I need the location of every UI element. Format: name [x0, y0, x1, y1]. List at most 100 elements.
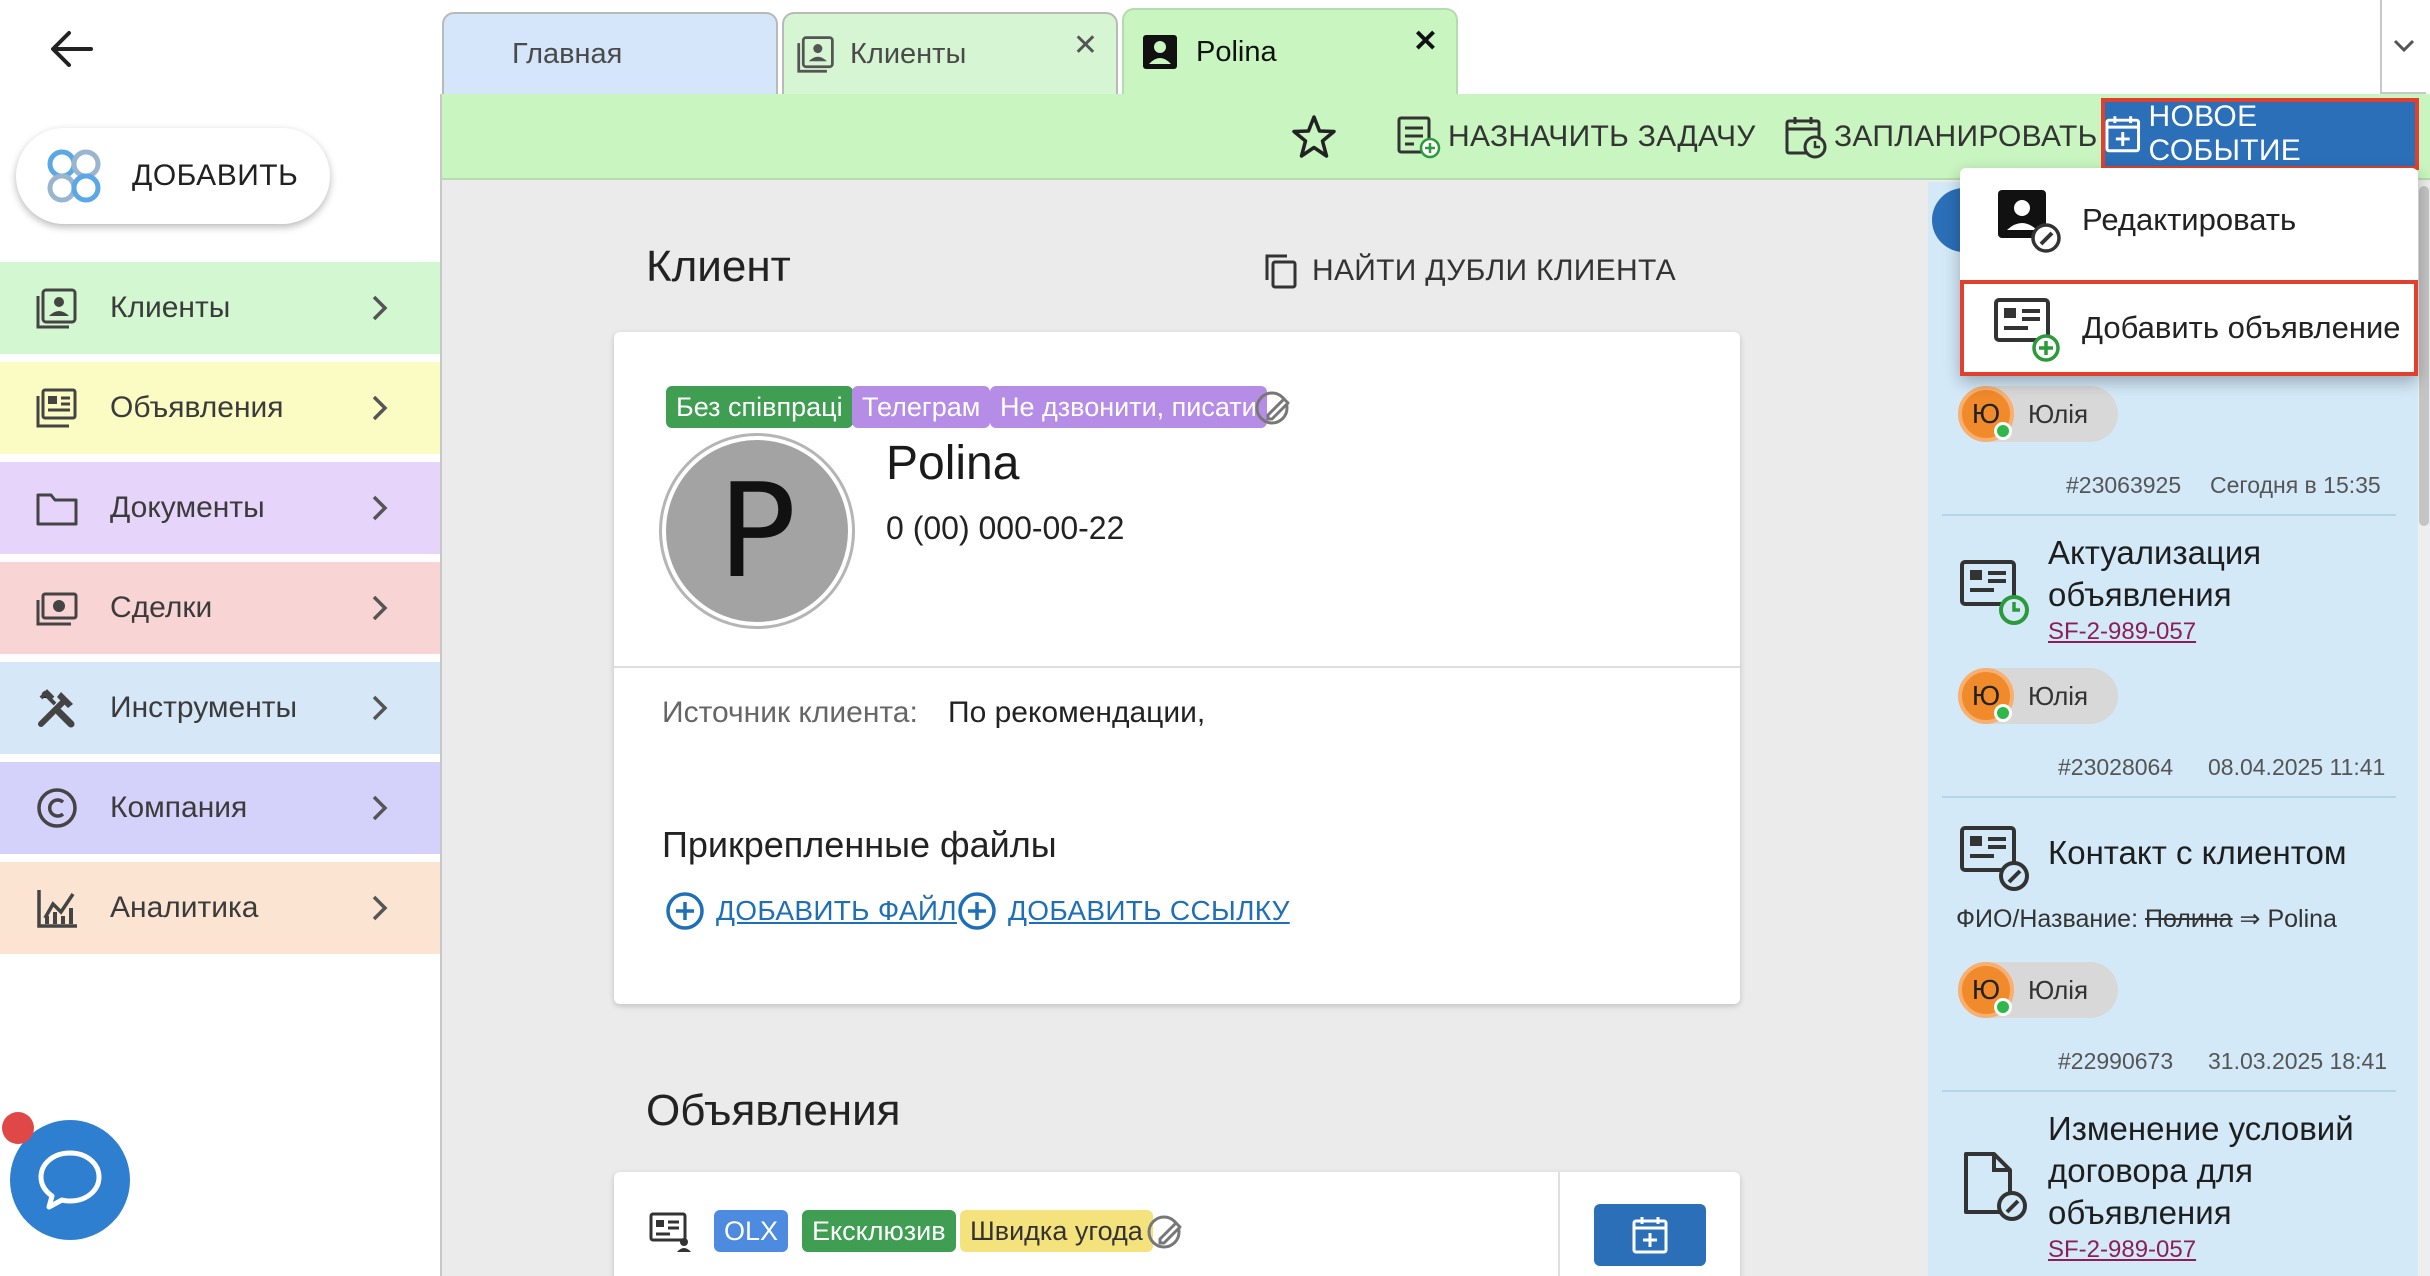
feed-item-title: Изменение условий [2048, 1110, 2354, 1147]
new-event-menu: Редактировать Добавить объявление [1960, 168, 2418, 376]
sidebar-item-documents[interactable]: Документы [0, 462, 440, 558]
star-icon [1292, 115, 1336, 158]
tab-home[interactable]: Главная [442, 12, 778, 94]
user-pill[interactable]: Ю Юлія [1958, 386, 2118, 442]
user-pill[interactable]: Ю Юлія [1958, 962, 2118, 1018]
new-event-button[interactable]: НОВОЕ СОБЫТИЕ [2101, 98, 2419, 170]
user-name: Юлія [2028, 398, 2089, 429]
listing-link[interactable]: SF-2-989-057 [2048, 618, 2196, 646]
menu-item-label: Добавить объявление [2082, 310, 2401, 345]
client-phone: 0 (00) 000-00-22 [886, 510, 1125, 546]
feed-item-id: #22990673 [2058, 1048, 2174, 1074]
add-button[interactable]: ДОБАВИТЬ [16, 128, 330, 224]
sidebar-item-analytics[interactable]: Аналитика [0, 862, 440, 958]
sidebar-item-label: Сделки [110, 591, 213, 624]
plus-circle-icon [666, 892, 704, 930]
avatar: P [662, 436, 852, 626]
chevron-right-icon [360, 588, 400, 628]
tabs-menu-button[interactable] [2380, 0, 2426, 94]
client-name: Polina [886, 437, 1020, 490]
assign-task-button[interactable]: НАЗНАЧИТЬ ЗАДАЧУ [1396, 94, 1756, 180]
calendar-plus-icon [1632, 1217, 1668, 1254]
client-tag: Не дзвонити, писати [990, 386, 1267, 428]
divider [1942, 1090, 2396, 1092]
sidebar-item-label: Документы [110, 491, 265, 524]
client-tag: Телеграм [852, 386, 991, 428]
sidebar-item-tools[interactable]: Инструменты [0, 662, 440, 758]
listing-schedule-button[interactable] [1594, 1204, 1706, 1266]
listing-alarm-icon [1960, 560, 2029, 625]
tab-clients[interactable]: Клиенты ✕ [782, 12, 1118, 94]
find-duplicates-button[interactable]: НАЙТИ ДУБЛИ КЛИЕНТА [1262, 246, 1676, 296]
feed-change-text: ФИО/Название: Полина ⇒ Polina [1956, 904, 2337, 934]
sidebar-item-deals[interactable]: Сделки [0, 562, 440, 658]
close-icon[interactable]: ✕ [1413, 24, 1438, 59]
back-button[interactable] [40, 18, 102, 80]
online-indicator [1994, 422, 2012, 440]
client-source-label: Источник клиента: [662, 696, 918, 729]
close-icon[interactable]: ✕ [1073, 28, 1098, 63]
listing-edit-icon [1960, 826, 2029, 891]
chevron-right-icon [360, 788, 400, 828]
edit-tags-icon[interactable] [1146, 1212, 1186, 1252]
chevron-right-icon [360, 388, 400, 428]
contacts-icon [797, 36, 834, 73]
add-link-label: ДОБАВИТЬ ССЫЛКУ [1008, 895, 1290, 926]
feed-item-title: договора для [2048, 1152, 2254, 1189]
task-add-icon [1397, 116, 1441, 159]
chevron-down-icon [2393, 39, 2415, 53]
chevron-right-icon [360, 888, 400, 928]
user-pill[interactable]: Ю Юлія [1958, 668, 2118, 724]
listing-tag: OLX [714, 1210, 789, 1252]
divider [1942, 796, 2396, 798]
avatar: Ю [1958, 962, 2014, 1018]
favorite-button[interactable] [1290, 94, 1338, 180]
online-indicator [1994, 998, 2012, 1016]
change-new-value: Polina [2267, 905, 2337, 933]
tab-polina[interactable]: Polina ✕ [1122, 8, 1458, 94]
online-indicator [1994, 704, 2012, 722]
menu-item-add-listing[interactable]: Добавить объявление [1960, 280, 2418, 376]
divider [1558, 1172, 1560, 1276]
contact-card-icon [1143, 35, 1177, 69]
sidebar-item-listings[interactable]: Объявления [0, 362, 440, 458]
sidebar-item-label: Клиенты [110, 291, 231, 324]
feed-item-title: Контакт с клиентом [2048, 834, 2347, 871]
find-duplicates-label: НАЙТИ ДУБЛИ КЛИЕНТА [1312, 254, 1676, 287]
feed-item-title: Актуализация [2048, 534, 2262, 571]
client-tag: Без співпраці [666, 386, 853, 428]
feed-scrollbar-thumb[interactable] [2419, 186, 2429, 526]
sidebar-item-label: Компания [110, 791, 248, 824]
edit-tags-icon[interactable] [1254, 388, 1294, 428]
document-edit-icon [1964, 1152, 2027, 1221]
sidebar-item-company[interactable]: Компания [0, 762, 440, 858]
change-old-value: Полина [2144, 905, 2233, 933]
tab-label: Клиенты [850, 37, 967, 70]
add-button-label: ДОБАВИТЬ [132, 159, 299, 192]
listing-tag: Ексклюзив [802, 1210, 956, 1252]
calendar-plus-icon [2105, 116, 2141, 153]
divider [1942, 514, 2396, 516]
money-icon [32, 583, 82, 633]
notification-dot [2, 1112, 34, 1144]
menu-item-edit[interactable]: Редактировать [1960, 172, 2418, 268]
add-file-label: ДОБАВИТЬ ФАЙЛ [716, 895, 957, 926]
sidebar-item-label: Инструменты [110, 691, 298, 724]
sidebar-item-clients[interactable]: Клиенты [0, 262, 440, 358]
feed-item-title: объявления [2048, 576, 2232, 613]
arrow-left-icon [51, 31, 93, 67]
tab-label: Polina [1196, 35, 1277, 68]
add-link-button[interactable]: ДОБАВИТЬ ССЫЛКУ [956, 888, 1290, 934]
listings-icon [32, 383, 82, 433]
schedule-label: ЗАПЛАНИРОВАТЬ [1834, 120, 2098, 153]
add-file-button[interactable]: ДОБАВИТЬ ФАЙЛ [664, 888, 957, 934]
attached-files-title: Прикрепленные файлы [662, 824, 1057, 865]
chevron-right-icon [360, 288, 400, 328]
tools-icon [32, 683, 82, 733]
assign-task-label: НАЗНАЧИТЬ ЗАДАЧУ [1448, 120, 1756, 153]
user-edit-icon [1998, 190, 2061, 253]
avatar: Ю [1958, 386, 2014, 442]
feed-item-id: #23063925 [2066, 472, 2182, 498]
listing-link[interactable]: SF-2-989-057 [2048, 1236, 2196, 1264]
chevron-right-icon [360, 488, 400, 528]
